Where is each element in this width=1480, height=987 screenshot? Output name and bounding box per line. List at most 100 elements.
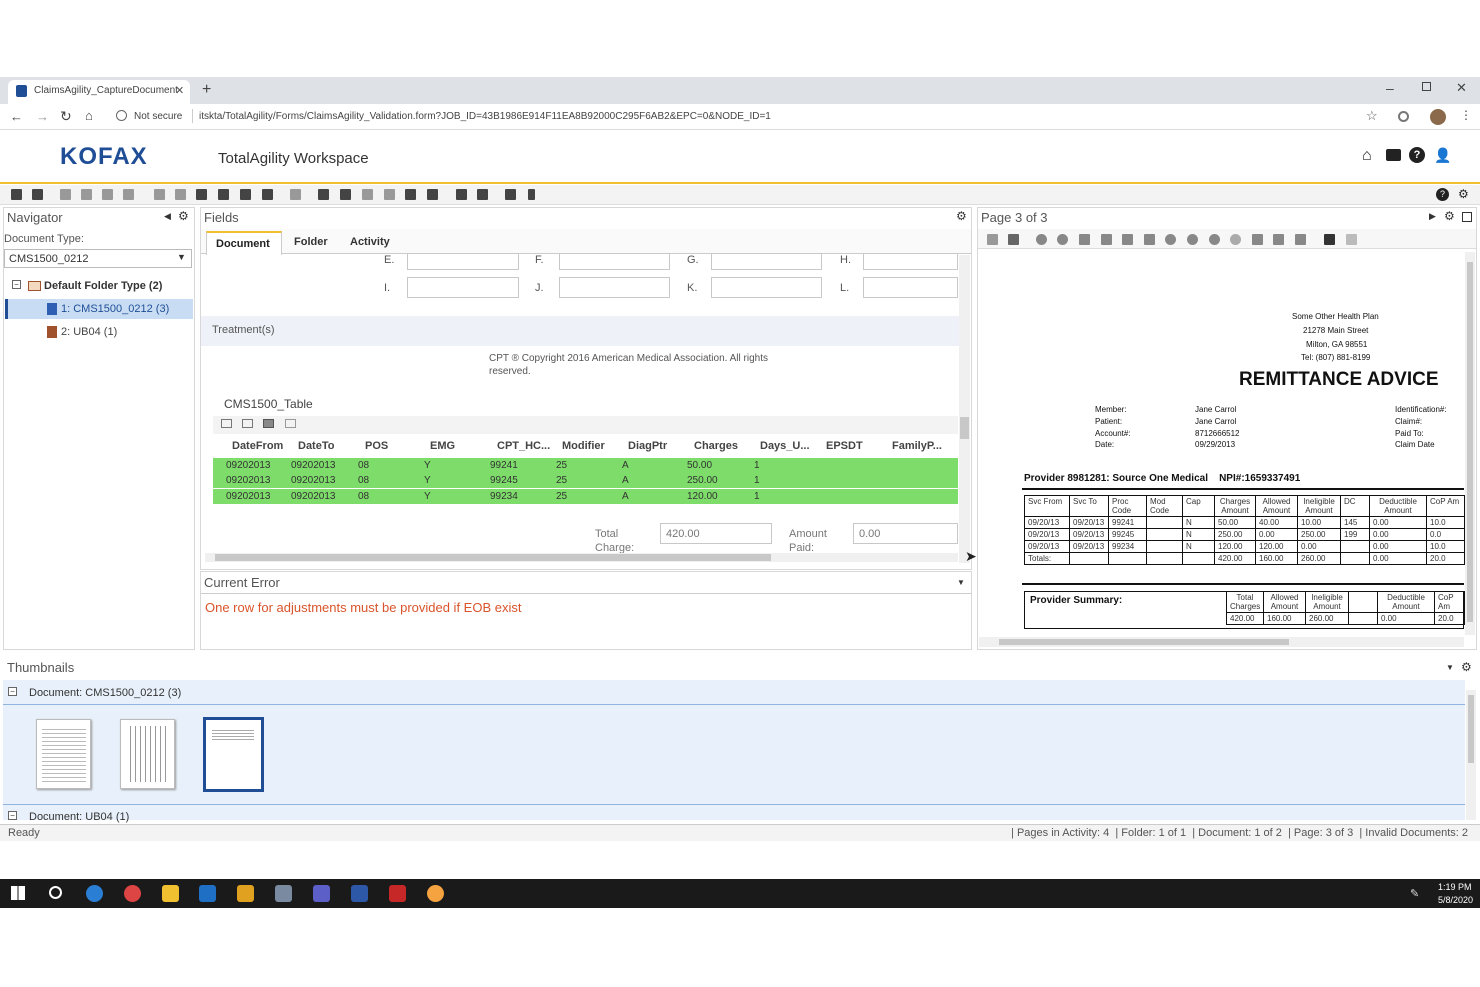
cell[interactable]: 1 <box>754 460 760 471</box>
cell[interactable]: 08 <box>358 475 369 486</box>
cell[interactable]: 08 <box>358 460 369 471</box>
toolbar-page2-icon[interactable] <box>318 189 329 200</box>
cell[interactable]: 09202013 <box>291 475 336 486</box>
field-h-input[interactable] <box>863 253 958 270</box>
cell[interactable]: 25 <box>556 475 567 486</box>
col-days[interactable]: Days_U... <box>760 440 810 452</box>
viewer-hscroll[interactable] <box>979 637 1464 647</box>
scrollbar-thumb[interactable] <box>215 554 771 561</box>
field-f-input[interactable] <box>559 253 670 270</box>
browser-tab[interactable]: ClaimsAgility_CaptureDocument <box>8 80 190 104</box>
app3-icon[interactable] <box>427 885 444 902</box>
toolbar-folder4-icon[interactable] <box>123 189 134 200</box>
pdf-icon[interactable] <box>389 885 406 902</box>
thumbnails-vscroll[interactable] <box>1466 690 1476 820</box>
text-view-icon[interactable] <box>1346 234 1357 245</box>
col-epsdt[interactable]: EPSDT <box>826 440 863 452</box>
profile-avatar[interactable] <box>1430 109 1446 125</box>
chrome-icon[interactable] <box>124 885 141 902</box>
cell[interactable]: 09202013 <box>226 460 271 471</box>
browser-menu-icon[interactable]: ⋮ <box>1460 108 1472 122</box>
zoom-in-icon[interactable] <box>1036 234 1047 245</box>
col-charges[interactable]: Charges <box>694 440 738 452</box>
rotate2-icon[interactable] <box>1230 234 1241 245</box>
restore-icon[interactable] <box>1422 82 1431 91</box>
fit-width-icon[interactable] <box>1122 234 1133 245</box>
teams-icon[interactable] <box>313 885 330 902</box>
doc1-collapse-icon[interactable]: − <box>8 687 17 696</box>
col-dateto[interactable]: DateTo <box>298 440 334 452</box>
thumbnails-collapse-icon[interactable]: ▼ <box>1446 663 1454 672</box>
zoom-out-icon[interactable] <box>1057 234 1068 245</box>
toolbar-doc5-icon[interactable] <box>240 189 251 200</box>
edge-icon[interactable] <box>86 885 103 902</box>
rotate-icon[interactable] <box>1209 234 1220 245</box>
extension-icon[interactable] <box>1398 111 1409 122</box>
url-text[interactable]: itskta/TotalAgility/Forms/ClaimsAgility_… <box>199 111 1349 122</box>
toolbar-page5-icon[interactable] <box>384 189 395 200</box>
home-nav-icon[interactable]: ⌂ <box>1362 147 1372 165</box>
close-window-icon[interactable]: ✕ <box>1456 80 1467 96</box>
fields-settings-icon[interactable]: ⚙ <box>956 209 967 223</box>
tab-activity[interactable]: Activity <box>350 236 390 248</box>
thumbnails-settings-icon[interactable]: ⚙ <box>1461 660 1472 674</box>
cell[interactable]: A <box>622 460 629 471</box>
app-icon[interactable] <box>237 885 254 902</box>
field-j-input[interactable] <box>559 277 670 298</box>
help-icon[interactable]: ? <box>1409 147 1425 163</box>
field-i-input[interactable] <box>407 277 519 298</box>
col-modifier[interactable]: Modifier <box>562 440 605 452</box>
inbox-icon[interactable] <box>1386 149 1401 161</box>
viewer-settings-icon[interactable]: ⚙ <box>1444 209 1455 223</box>
col-familyp[interactable]: FamilyP... <box>892 440 942 452</box>
cell[interactable]: 50.00 <box>687 460 712 471</box>
cell[interactable]: 09202013 <box>226 491 271 502</box>
toolbar-flash-icon[interactable] <box>528 189 535 200</box>
thumbnails-vscroll-thumb[interactable] <box>1468 695 1474 763</box>
error-collapse-icon[interactable]: ▼ <box>957 578 965 587</box>
cell[interactable]: 1 <box>754 491 760 502</box>
toolbar-doc4-icon[interactable] <box>218 189 229 200</box>
col-pos[interactable]: POS <box>365 440 388 452</box>
viewer-hscroll-thumb[interactable] <box>999 639 1289 645</box>
toolbar-doc6-icon[interactable] <box>262 189 273 200</box>
back-icon[interactable]: ← <box>10 109 23 124</box>
info-icon[interactable] <box>116 110 127 121</box>
toolbar-folder-icon[interactable] <box>60 189 71 200</box>
toolbar-save-all-icon[interactable] <box>32 189 43 200</box>
fit-height-icon[interactable] <box>1144 234 1155 245</box>
windows-start-icon[interactable] <box>11 886 25 900</box>
toolbar-doc3-icon[interactable] <box>196 189 207 200</box>
cell[interactable]: 1 <box>754 475 760 486</box>
close-tab-icon[interactable]: ✕ <box>175 84 184 97</box>
zoom-area-icon[interactable] <box>1079 234 1090 245</box>
cell[interactable]: A <box>622 491 629 502</box>
amount-paid-input[interactable]: 0.00 <box>853 523 958 544</box>
image-view-icon[interactable] <box>1324 234 1335 245</box>
total-charge-input[interactable]: 420.00 <box>660 523 772 544</box>
cell[interactable]: 09202013 <box>291 491 336 502</box>
doc-type-select[interactable]: CMS1500_0212 ▼ <box>4 249 192 268</box>
cell[interactable]: 09202013 <box>226 475 271 486</box>
vscroll-thumb[interactable] <box>960 417 969 439</box>
field-l-input[interactable] <box>863 277 958 298</box>
tab-folder[interactable]: Folder <box>294 236 328 248</box>
toolbar-help-icon[interactable]: ? <box>1436 188 1449 201</box>
thumbnail-page-2[interactable] <box>120 719 175 789</box>
cell[interactable]: Y <box>424 491 431 502</box>
toolbar-page7-icon[interactable] <box>427 189 438 200</box>
toolbar-save-icon[interactable] <box>11 189 22 200</box>
toolbar-page4-icon[interactable] <box>362 189 373 200</box>
reload-icon[interactable]: ↻ <box>60 108 72 125</box>
outlook-icon[interactable] <box>199 885 216 902</box>
rotate-left-icon[interactable] <box>1165 234 1176 245</box>
cell[interactable]: Y <box>424 460 431 471</box>
collapse-left-icon[interactable]: ◀ <box>164 211 171 222</box>
home-icon[interactable]: ⌂ <box>85 108 93 123</box>
viewer-vscroll[interactable] <box>1465 252 1475 635</box>
viewer-next-icon[interactable]: ▶ <box>1429 211 1436 222</box>
vertical-scrollbar[interactable] <box>959 255 970 563</box>
explorer-icon[interactable] <box>162 885 179 902</box>
toolbar-doc2-icon[interactable] <box>175 189 186 200</box>
cell[interactable]: A <box>622 475 629 486</box>
